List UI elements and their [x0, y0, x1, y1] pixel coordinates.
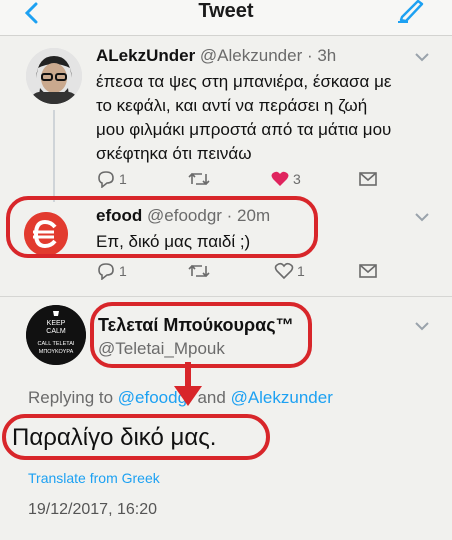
avatar[interactable] — [24, 212, 68, 256]
like-count: 3 — [293, 171, 301, 187]
user-handle[interactable]: @efoodgr — [147, 206, 222, 225]
like-button[interactable]: 3 — [270, 170, 301, 188]
page-title: Tweet — [198, 0, 254, 22]
reply-button[interactable]: 1 — [96, 170, 127, 188]
share-button[interactable] — [358, 262, 378, 280]
translate-link[interactable]: Translate from Greek — [28, 470, 160, 486]
tweet-text: Επ, δικό μας παιδί ;) — [96, 232, 251, 251]
annotation-arrow-icon — [174, 362, 202, 406]
compose-icon[interactable] — [396, 0, 426, 26]
display-name[interactable]: Τελεταί Μπούκουρας™ — [98, 315, 294, 336]
reply-count: 1 — [119, 171, 127, 187]
tweet-time: · 3h — [306, 46, 337, 65]
tweet-efood[interactable]: efood @efoodgr · 20m Επ, δικό μας παιδί … — [0, 196, 452, 296]
avatar-text: ΜΠΟΥΚΟΥΡΑ — [39, 349, 74, 355]
reply-button[interactable]: 1 — [96, 262, 127, 280]
tweet-text: έπεσα τα ψες στη μπανιέρα, έσκασα με το … — [96, 72, 392, 163]
user-handle[interactable]: @Alekzunder — [200, 46, 302, 65]
chevron-down-icon[interactable] — [414, 52, 430, 62]
avatar-text: CALM — [46, 328, 66, 335]
chevron-down-icon[interactable] — [414, 212, 430, 222]
main-tweet-text: Παραλίγο δικό μας. — [12, 424, 217, 451]
reply-icon — [98, 263, 114, 280]
mail-icon — [359, 264, 377, 278]
keep-calm-logo-icon: KEEP CALM CALL TELETAI ΜΠΟΥΚΟΥΡΑ — [26, 305, 86, 365]
like-count: 1 — [297, 263, 305, 279]
retweet-button[interactable] — [188, 170, 210, 188]
tweet-header: ALekzUnder @Alekzunder · 3h — [96, 46, 336, 66]
mention-alekzunder[interactable]: @Alekzunder — [231, 388, 333, 407]
like-button[interactable]: 1 — [274, 262, 305, 280]
thread-line — [53, 110, 55, 202]
avatar-text: CALL TELETAI — [38, 341, 75, 347]
tweet-time: · 20m — [226, 206, 271, 225]
tweet-actions: 1 1 — [96, 262, 396, 284]
user-handle[interactable]: @Teletai_Mpouk — [98, 339, 225, 359]
avatar[interactable] — [26, 48, 82, 104]
heart-icon — [271, 171, 289, 186]
chevron-down-icon[interactable] — [414, 321, 430, 331]
share-button[interactable] — [358, 170, 378, 188]
tweet-header: efood @efoodgr · 20m — [96, 206, 270, 226]
display-name[interactable]: ALekzUnder — [96, 46, 195, 65]
avatar[interactable]: KEEP CALM CALL TELETAI ΜΠΟΥΚΟΥΡΑ — [26, 305, 86, 365]
heart-outline-icon — [274, 262, 294, 280]
tweet-timestamp: 19/12/2017, 16:20 — [28, 501, 158, 518]
avatar-text: KEEP — [47, 320, 66, 327]
reply-count: 1 — [119, 263, 127, 279]
efood-logo-icon — [24, 212, 68, 256]
retweet-icon — [188, 264, 210, 278]
display-name[interactable]: efood — [96, 206, 142, 225]
tweet-alekzunder[interactable]: ALekzUnder @Alekzunder · 3h έπεσα τα ψες… — [0, 36, 452, 202]
retweet-button[interactable] — [188, 262, 210, 280]
user-photo-icon — [26, 48, 82, 104]
navigation-bar: Tweet — [0, 0, 452, 36]
mail-icon — [359, 172, 377, 186]
retweet-icon — [188, 172, 210, 186]
tweet-actions: 1 3 — [96, 170, 396, 192]
reply-icon — [98, 171, 114, 188]
